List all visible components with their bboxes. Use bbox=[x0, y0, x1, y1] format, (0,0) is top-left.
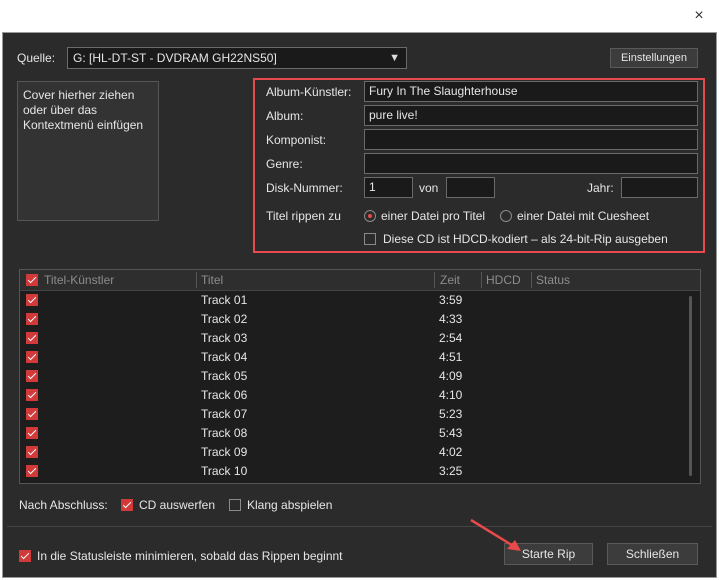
rip-dialog: Quelle: G: [HL-DT-ST - DVDRAM GH22NS50] … bbox=[2, 32, 717, 578]
footer-divider bbox=[7, 526, 712, 527]
track-row[interactable]: Track 02 4:33 bbox=[20, 310, 700, 329]
track-row[interactable]: Track 01 3:59 bbox=[20, 291, 700, 310]
column-time[interactable]: Zeit bbox=[440, 270, 460, 290]
track-row[interactable]: Track 05 4:09 bbox=[20, 367, 700, 386]
track-title: Track 04 bbox=[201, 350, 248, 364]
column-separator bbox=[434, 272, 435, 288]
genre-field[interactable] bbox=[364, 153, 698, 174]
track-row[interactable]: Track 10 3:25 bbox=[20, 462, 700, 481]
album-field[interactable]: pure live! bbox=[364, 105, 698, 126]
settings-button[interactable]: Einstellungen bbox=[610, 48, 698, 68]
minimize-tray-checkbox[interactable] bbox=[19, 550, 31, 562]
disc-number-field[interactable]: 1 bbox=[364, 177, 413, 198]
track-title: Track 03 bbox=[201, 331, 248, 345]
after-finish-label: Nach Abschluss: bbox=[19, 498, 108, 512]
track-time: 4:10 bbox=[439, 388, 463, 402]
track-row[interactable]: Track 04 4:51 bbox=[20, 348, 700, 367]
column-artist[interactable]: Titel-Künstler bbox=[44, 270, 114, 290]
play-sound-label[interactable]: Klang abspielen bbox=[247, 498, 332, 512]
track-checkbox[interactable] bbox=[26, 313, 38, 325]
disc-of-label: von bbox=[419, 181, 439, 195]
column-separator bbox=[196, 272, 197, 288]
track-time: 3:25 bbox=[439, 464, 463, 478]
track-time: 4:51 bbox=[439, 350, 463, 364]
track-checkbox[interactable] bbox=[26, 427, 38, 439]
composer-field[interactable] bbox=[364, 129, 698, 150]
track-time: 4:02 bbox=[439, 445, 463, 459]
select-all-checkbox[interactable] bbox=[26, 274, 38, 286]
track-time: 2:54 bbox=[439, 331, 463, 345]
album-artist-field[interactable]: Fury In The Slaughterhouse bbox=[364, 81, 698, 102]
scrollbar[interactable] bbox=[689, 296, 692, 476]
track-checkbox[interactable] bbox=[26, 294, 38, 306]
track-checkbox[interactable] bbox=[26, 465, 38, 477]
disc-total-field[interactable] bbox=[446, 177, 495, 198]
track-row[interactable]: Track 03 2:54 bbox=[20, 329, 700, 348]
track-checkbox[interactable] bbox=[26, 446, 38, 458]
track-checkbox[interactable] bbox=[26, 351, 38, 363]
eject-cd-label[interactable]: CD auswerfen bbox=[139, 498, 215, 512]
disc-number-label: Disk-Nummer: bbox=[266, 181, 343, 195]
cover-drop-area[interactable]: Cover hierher ziehen oder über das Konte… bbox=[17, 81, 159, 221]
track-row[interactable]: Track 08 5:43 bbox=[20, 424, 700, 443]
column-status[interactable]: Status bbox=[536, 270, 570, 290]
track-title: Track 09 bbox=[201, 445, 248, 459]
year-label: Jahr: bbox=[587, 181, 614, 195]
close-icon[interactable]: × bbox=[689, 6, 709, 26]
track-time: 5:23 bbox=[439, 407, 463, 421]
minimize-tray-label[interactable]: In die Statusleiste minimieren, sobald d… bbox=[37, 549, 343, 563]
track-title: Track 07 bbox=[201, 407, 248, 421]
track-title: Track 01 bbox=[201, 293, 248, 307]
composer-label: Komponist: bbox=[266, 133, 327, 147]
hdcd-label[interactable]: Diese CD ist HDCD-kodiert – als 24-bit-R… bbox=[383, 232, 668, 246]
column-separator bbox=[481, 272, 482, 288]
track-time: 4:09 bbox=[439, 369, 463, 383]
rip-mode-label: Titel rippen zu bbox=[266, 209, 341, 223]
track-time: 5:43 bbox=[439, 426, 463, 440]
column-hdcd[interactable]: HDCD bbox=[486, 270, 521, 290]
annotation-arrow-icon bbox=[470, 518, 521, 551]
source-drive-value: G: [HL-DT-ST - DVDRAM GH22NS50] bbox=[73, 51, 277, 65]
rip-per-track-label[interactable]: einer Datei pro Titel bbox=[381, 209, 485, 223]
track-row[interactable]: Track 07 5:23 bbox=[20, 405, 700, 424]
title-bar: × bbox=[0, 0, 719, 32]
track-title: Track 10 bbox=[201, 464, 248, 478]
track-time: 4:33 bbox=[439, 312, 463, 326]
track-title: Track 02 bbox=[201, 312, 248, 326]
chevron-down-icon: ▼ bbox=[389, 52, 400, 64]
year-field[interactable] bbox=[621, 177, 698, 198]
play-sound-checkbox[interactable] bbox=[229, 499, 241, 511]
rip-cuesheet-radio[interactable] bbox=[500, 210, 512, 222]
track-title: Track 06 bbox=[201, 388, 248, 402]
track-checkbox[interactable] bbox=[26, 332, 38, 344]
source-drive-select[interactable]: G: [HL-DT-ST - DVDRAM GH22NS50] ▼ bbox=[67, 47, 407, 69]
track-checkbox[interactable] bbox=[26, 408, 38, 420]
hdcd-checkbox[interactable] bbox=[364, 233, 376, 245]
track-title: Track 05 bbox=[201, 369, 248, 383]
track-time: 3:59 bbox=[439, 293, 463, 307]
rip-per-track-radio[interactable] bbox=[364, 210, 376, 222]
album-label: Album: bbox=[266, 109, 304, 123]
rip-cuesheet-label[interactable]: einer Datei mit Cuesheet bbox=[517, 209, 649, 223]
source-label: Quelle: bbox=[17, 51, 56, 65]
album-artist-label: Album-Künstler: bbox=[266, 85, 352, 99]
close-button[interactable]: Schließen bbox=[607, 543, 698, 565]
track-row[interactable]: Track 09 4:02 bbox=[20, 443, 700, 462]
track-checkbox[interactable] bbox=[26, 389, 38, 401]
eject-cd-checkbox[interactable] bbox=[121, 499, 133, 511]
track-table: Titel-Künstler Titel Zeit HDCD Status Tr… bbox=[19, 269, 701, 484]
column-title[interactable]: Titel bbox=[201, 270, 223, 290]
genre-label: Genre: bbox=[266, 157, 303, 171]
track-checkbox[interactable] bbox=[26, 370, 38, 382]
column-separator bbox=[531, 272, 532, 288]
track-table-header: Titel-Künstler Titel Zeit HDCD Status bbox=[20, 270, 700, 291]
track-title: Track 08 bbox=[201, 426, 248, 440]
track-row[interactable]: Track 06 4:10 bbox=[20, 386, 700, 405]
